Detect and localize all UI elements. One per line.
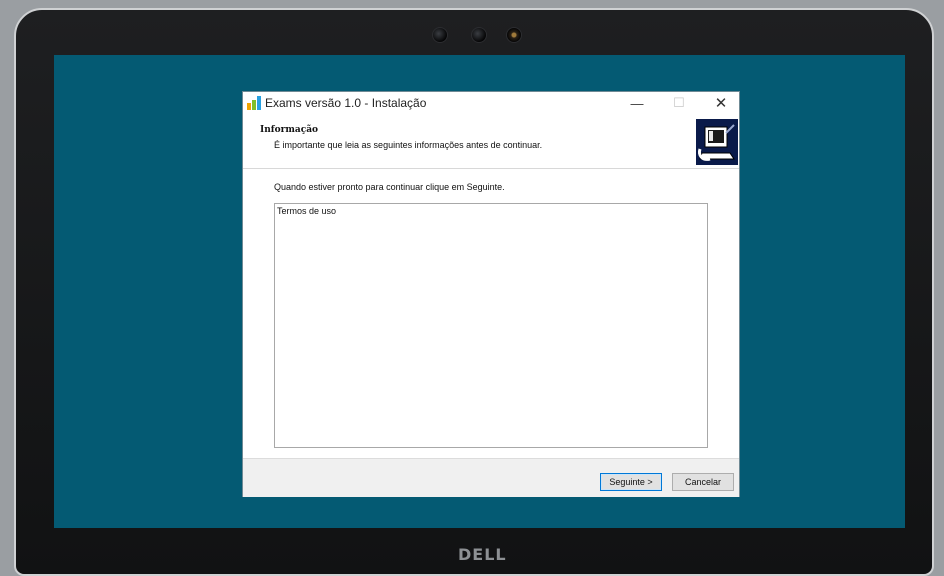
maximize-button[interactable]: ☐ (662, 92, 696, 114)
minimize-button[interactable]: — (620, 92, 654, 114)
window-title: Exams versão 1.0 - Instalação (265, 96, 427, 110)
camera-lens-icon (432, 27, 448, 43)
next-button[interactable]: Seguinte > (600, 473, 662, 491)
dell-logo: DELL (458, 545, 507, 564)
button-footer: Seguinte > Cancelar (243, 458, 739, 497)
setup-computer-icon (696, 119, 738, 165)
camera-sensor-icon (506, 27, 522, 43)
installer-window: Exams versão 1.0 - Instalação — ☐ ✕ Info… (243, 92, 739, 497)
page-subtitle: É importante que leia as seguintes infor… (274, 140, 543, 150)
terms-memo-box[interactable]: Termos de uso (274, 203, 708, 448)
page-heading: Informação (260, 125, 319, 135)
close-button[interactable]: ✕ (704, 92, 738, 114)
memo-content: Termos de uso (277, 206, 337, 216)
cancel-button[interactable]: Cancelar (672, 473, 734, 491)
ready-text: Quando estiver pronto para continuar cli… (274, 182, 505, 192)
app-bar-chart-icon (247, 96, 261, 110)
camera-lens-icon (471, 27, 487, 43)
tablet-bezel: Exams versão 1.0 - Instalação — ☐ ✕ Info… (14, 8, 934, 576)
desktop-screen: Exams versão 1.0 - Instalação — ☐ ✕ Info… (54, 55, 905, 528)
header-divider (243, 168, 739, 169)
title-bar[interactable]: Exams versão 1.0 - Instalação — ☐ ✕ (243, 92, 739, 114)
